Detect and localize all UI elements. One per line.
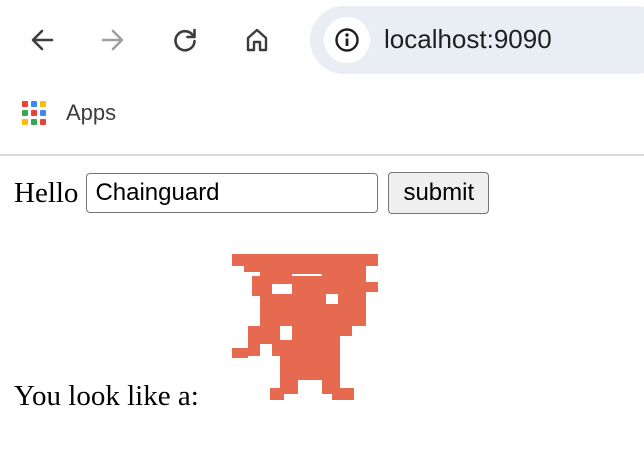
submit-button[interactable]: submit xyxy=(388,172,490,214)
monster-pixel-block xyxy=(272,340,280,356)
home-icon xyxy=(246,28,268,52)
hello-form: Hello submit xyxy=(14,172,490,214)
pixel-monster-icon xyxy=(232,254,378,400)
arrow-right-icon xyxy=(101,29,124,51)
monster-pixel-block xyxy=(350,266,366,276)
arrow-left-icon xyxy=(31,29,54,51)
name-input[interactable] xyxy=(86,173,379,213)
monster-pixel-block xyxy=(276,254,292,276)
monster-pixel-block xyxy=(366,282,378,292)
forward-button[interactable] xyxy=(93,20,133,60)
monster-pixel-block xyxy=(270,388,284,400)
bookmarks-bar: Apps xyxy=(0,80,644,154)
page-content: Hello submit You look like a: xyxy=(0,156,644,450)
home-button[interactable] xyxy=(237,20,277,60)
apps-bookmark[interactable]: Apps xyxy=(22,98,116,128)
monster-pixel-block xyxy=(292,254,322,274)
monster-pixel-block xyxy=(232,254,244,266)
monster-pixel-block xyxy=(248,326,260,356)
reload-icon xyxy=(174,28,196,52)
monster-eye xyxy=(326,294,338,304)
reload-button[interactable] xyxy=(165,20,205,60)
site-info-button[interactable] xyxy=(324,17,370,63)
browser-toolbar: localhost:9090 xyxy=(0,0,644,80)
address-bar[interactable]: localhost:9090 xyxy=(310,6,644,74)
monster-pixel-block xyxy=(350,254,378,266)
back-button[interactable] xyxy=(22,20,62,60)
monster-pixel-block xyxy=(280,340,340,380)
apps-grid-icon xyxy=(22,101,46,125)
monster-pixel-block xyxy=(260,296,366,326)
monster-pixel-block xyxy=(322,254,350,276)
monster-pixel-block xyxy=(252,276,366,296)
monster-pixel-block xyxy=(332,388,354,400)
result-label: You look like a: xyxy=(14,380,199,412)
hello-label: Hello xyxy=(14,176,79,209)
monster-pixel-block xyxy=(232,348,248,358)
monster-pixel-block xyxy=(340,326,352,336)
monster-pixel-block xyxy=(244,254,260,272)
url-text[interactable]: localhost:9090 xyxy=(384,24,552,55)
monster-eye xyxy=(272,284,292,294)
apps-label: Apps xyxy=(66,100,117,125)
info-circle-icon xyxy=(335,28,359,52)
monster-pixel-block xyxy=(292,326,340,340)
